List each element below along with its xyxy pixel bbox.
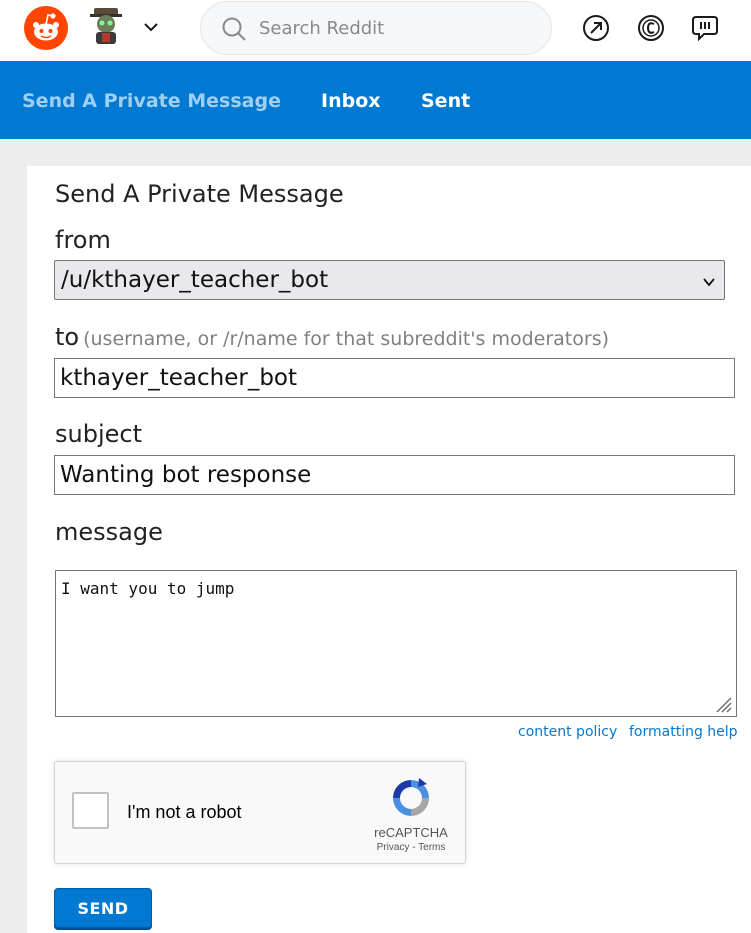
coins-icon[interactable] (636, 13, 666, 43)
nav-send-private-message[interactable]: Send A Private Message (22, 61, 281, 139)
recaptcha-logo-icon (389, 776, 433, 820)
formatting-help-link[interactable]: formatting help (629, 724, 738, 740)
recaptcha-privacy-link[interactable]: Privacy (377, 842, 410, 853)
from-select-value: /u/kthayer_teacher_bot (61, 267, 329, 293)
recaptcha-separator: - (409, 842, 419, 853)
search-input[interactable] (259, 2, 539, 54)
popular-arrow-icon[interactable] (581, 13, 611, 43)
nav-inbox[interactable]: Inbox (321, 61, 381, 139)
recaptcha-checkbox[interactable] (72, 792, 109, 829)
page-title: Send A Private Message (55, 180, 344, 208)
content-policy-link[interactable]: content policy (518, 724, 617, 740)
message-field[interactable]: I want you to jump (55, 570, 737, 717)
to-hint: (username, or /r/name for that subreddit… (83, 328, 610, 350)
send-button[interactable]: SEND (54, 888, 152, 928)
recaptcha-terms: Privacy - Terms (363, 842, 459, 853)
subject-label: subject (55, 420, 142, 448)
compose-form: Send A Private Message from /u/kthayer_t… (27, 166, 751, 933)
top-header (0, 0, 751, 61)
message-label: message (55, 518, 163, 546)
recaptcha-terms-link[interactable]: Terms (418, 842, 445, 853)
chat-icon[interactable] (690, 13, 720, 43)
search-icon (221, 16, 247, 42)
recaptcha-label: I'm not a robot (127, 802, 242, 822)
nav-sent[interactable]: Sent (421, 61, 470, 139)
messages-nav: Send A Private Message Inbox Sent (0, 61, 751, 139)
reddit-logo-icon[interactable] (24, 6, 68, 50)
resize-grip-icon[interactable] (712, 693, 732, 713)
recaptcha-widget: I'm not a robot reCAPTCHA Privacy - Term… (54, 761, 466, 864)
user-avatar-icon[interactable] (88, 6, 124, 46)
to-label: to (55, 323, 80, 351)
from-label: from (55, 226, 111, 254)
subject-field[interactable] (54, 455, 735, 495)
from-select[interactable]: /u/kthayer_teacher_bot (54, 260, 725, 300)
search-bar[interactable] (200, 1, 552, 55)
recaptcha-brand: reCAPTCHA (374, 825, 448, 840)
chevron-down-icon[interactable] (140, 16, 162, 38)
chevron-down-icon (702, 274, 716, 288)
to-field[interactable] (54, 358, 735, 398)
to-label-row: to (username, or /r/name for that subredd… (55, 323, 609, 351)
